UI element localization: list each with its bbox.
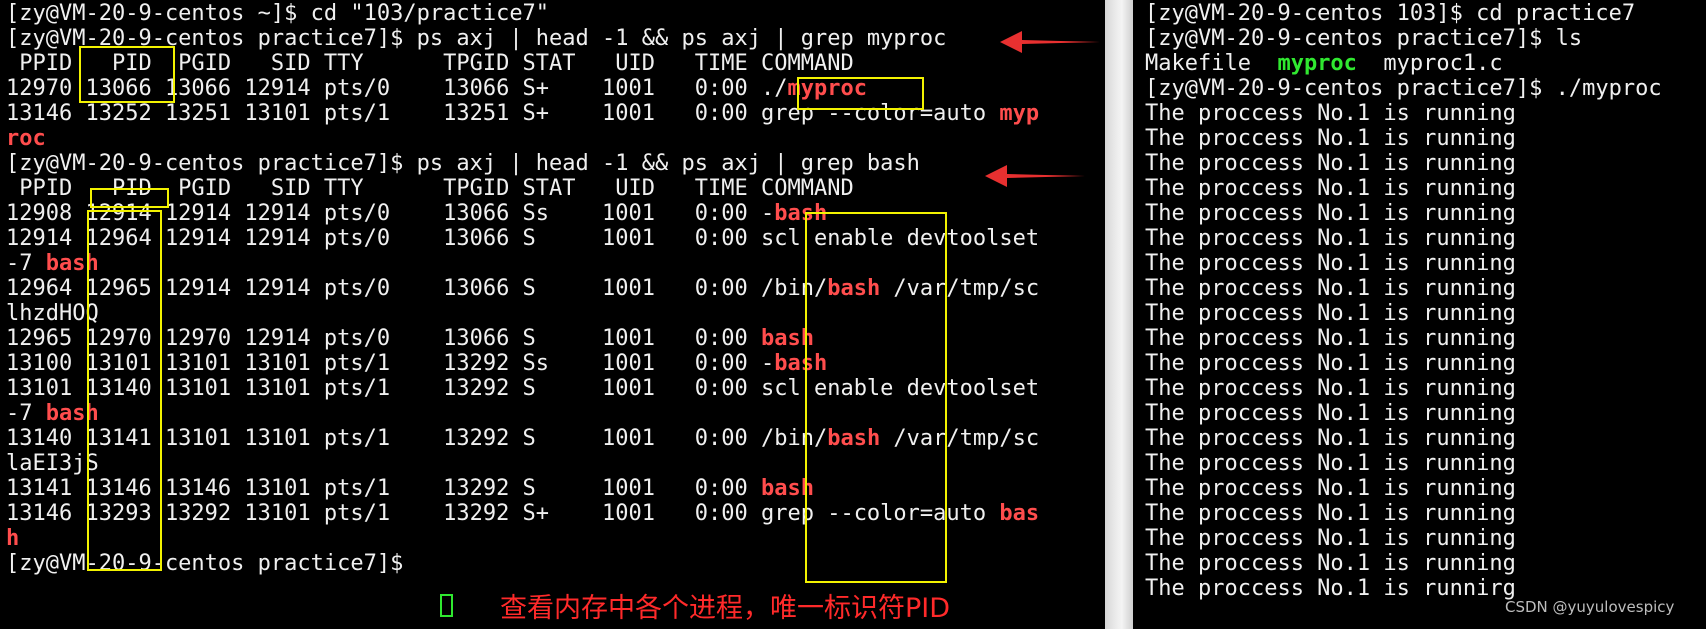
output-line: The proccess No.1 is running: [1145, 101, 1516, 126]
terminal-line: [zy@VM-20-9-centos practice7]$ ./myproc: [1145, 76, 1662, 101]
output-line: The proccess No.1 is running: [1145, 401, 1516, 426]
output-line: The proccess No.1 is running: [1145, 201, 1516, 226]
process-row-wrap: roc: [6, 126, 46, 151]
terminal-line: [zy@VM-20-9-centos practice7]$ ps axj | …: [6, 151, 920, 176]
output-line: The proccess No.1 is running: [1145, 151, 1516, 176]
output-line: The proccess No.1 is running: [1145, 476, 1516, 501]
process-row-wrap: laEI3jS: [6, 451, 99, 476]
output-line: The proccess No.1 is running: [1145, 326, 1516, 351]
output-line: The proccess No.1 is running: [1145, 126, 1516, 151]
process-row-wrap: -7 bash: [6, 251, 99, 276]
myproc-executable: myproc: [1277, 51, 1357, 76]
command-column-highlight-box: [805, 212, 947, 583]
process-row-wrap: h: [6, 526, 20, 551]
output-line: The proccess No.1 is runnirg: [1145, 576, 1516, 601]
terminal-line: [zy@VM-20-9-centos 103]$ cd practice7: [1145, 1, 1636, 26]
output-line: The proccess No.1 is running: [1145, 251, 1516, 276]
terminal-cursor: [440, 594, 453, 617]
output-line: The proccess No.1 is running: [1145, 526, 1516, 551]
myproc-highlight-box: [797, 77, 924, 110]
shell-prompt[interactable]: [zy@VM-20-9-centos practice7]$: [6, 550, 417, 577]
ls-output: Makefile myproc myproc1.c: [1145, 51, 1503, 76]
output-line: The proccess No.1 is running: [1145, 551, 1516, 576]
output-line: The proccess No.1 is running: [1145, 426, 1516, 451]
output-line: The proccess No.1 is running: [1145, 276, 1516, 301]
terminal-line: [zy@VM-20-9-centos practice7]$ ls: [1145, 26, 1583, 51]
arrow-left-icon: [985, 165, 1085, 187]
annotation-caption: 查看内存中各个进程，唯一标识符PID: [500, 593, 951, 624]
csdn-watermark: CSDN @yuyulovespicy: [1505, 598, 1675, 616]
output-line: The proccess No.1 is running: [1145, 451, 1516, 476]
process-row-wrap: -7 bash: [6, 401, 99, 426]
arrow-left-icon: [1000, 31, 1100, 53]
left-terminal-pane[interactable]: [zy@VM-20-9-centos ~]$ cd "103/practice7…: [0, 0, 1105, 629]
output-line: The proccess No.1 is running: [1145, 176, 1516, 201]
output-line: The proccess No.1 is running: [1145, 501, 1516, 526]
terminal-line: [zy@VM-20-9-centos ~]$ cd "103/practice7…: [6, 1, 550, 26]
output-line: The proccess No.1 is running: [1145, 351, 1516, 376]
output-line: The proccess No.1 is running: [1145, 301, 1516, 326]
pid-header-highlight-box: [90, 188, 169, 208]
pid-column-highlight-box: [87, 210, 162, 571]
right-terminal-pane[interactable]: [zy@VM-20-9-centos 103]$ cd practice7 [z…: [1133, 0, 1706, 629]
output-line: The proccess No.1 is running: [1145, 376, 1516, 401]
process-row-wrap: lhzdHOQ: [6, 301, 99, 326]
output-line: The proccess No.1 is running: [1145, 226, 1516, 251]
pid-highlight-box: [79, 46, 175, 103]
pane-divider[interactable]: [1105, 0, 1133, 629]
